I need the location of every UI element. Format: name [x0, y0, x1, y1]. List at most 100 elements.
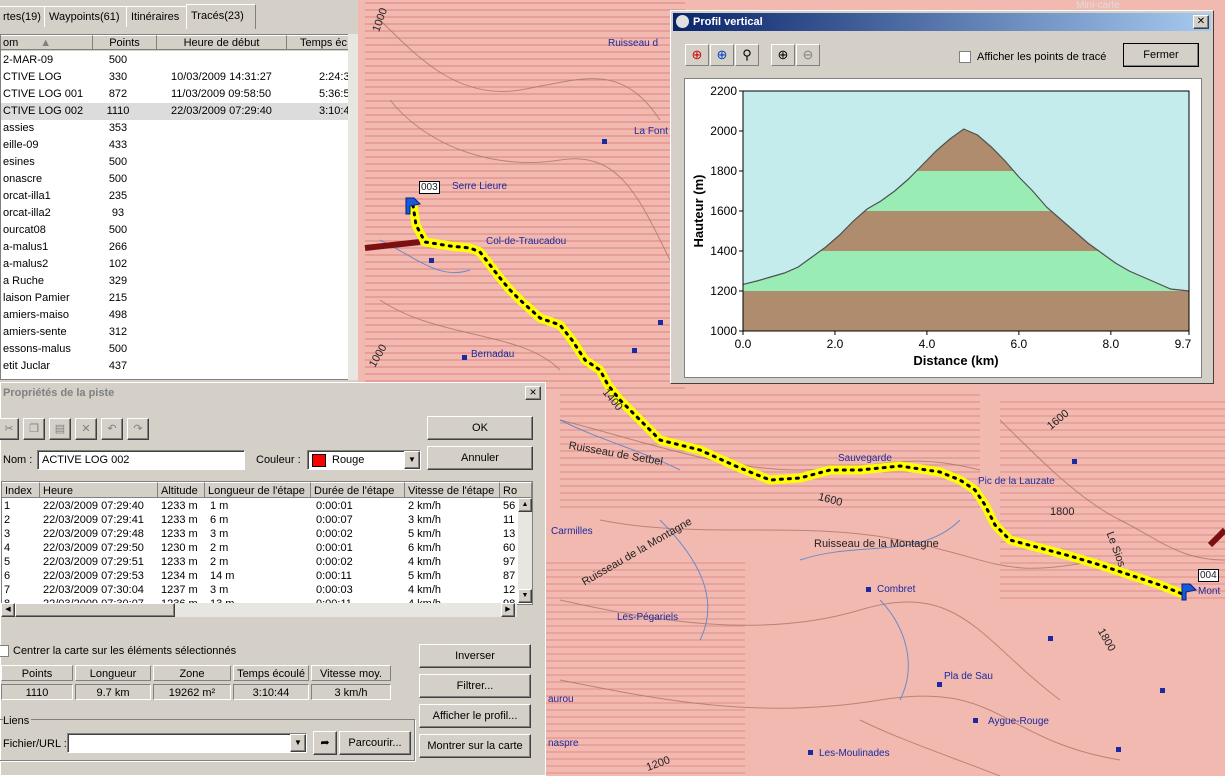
zoom-out-button[interactable]: ⊖ — [796, 44, 820, 66]
table-cell: 0:00:01 — [316, 500, 353, 512]
table-row[interactable]: amiers-maiso 498 — [1, 307, 349, 324]
col-index[interactable]: Index — [2, 482, 40, 498]
col-heure-debut[interactable]: Heure de début — [157, 35, 287, 50]
table-cell: 2:24:3 — [319, 71, 350, 83]
undo-icon: ↶ — [107, 423, 117, 435]
redo-button[interactable]: ↷ — [127, 418, 149, 440]
fermer-button[interactable]: Fermer — [1123, 43, 1199, 67]
col-altitude[interactable]: Altitude — [158, 482, 205, 498]
crosshair-red-icon: ⊕ — [691, 47, 703, 62]
x-tick-label: 8.0 — [1102, 337, 1119, 351]
table-cell: 2 — [4, 514, 11, 526]
tab-traces[interactable]: Tracés(23) — [186, 4, 256, 29]
dialog-close-button[interactable]: × — [525, 386, 541, 400]
table-row[interactable]: 7 22/03/2009 07:30:04 1237 m 3 m 0:00:03 4 km… — [2, 583, 532, 597]
fichier-label: Fichier/URL : — [3, 738, 67, 750]
follow-link-button[interactable]: ➦ — [313, 731, 337, 755]
waypoint-004-label[interactable]: 004 — [1198, 569, 1219, 582]
table-row[interactable]: 1 22/03/2009 07:29:40 1233 m 1 m 0:00:01 2 km… — [2, 499, 532, 513]
track-list[interactable]: om ▲ Points Heure de début Temps éc 2-MAR… — [0, 34, 350, 380]
table-row[interactable]: 3 22/03/2009 07:29:48 1233 m 3 m 0:00:02 5 km… — [2, 527, 532, 541]
table-row[interactable]: assies 353 — [1, 120, 349, 137]
profile-close-button[interactable]: ✕ — [1193, 15, 1209, 29]
delete-button[interactable]: ✕ — [75, 418, 97, 440]
crosshair-select-button[interactable]: ⊕ — [685, 44, 709, 66]
afficher-profil-button[interactable]: Afficher le profil... — [419, 704, 531, 728]
table-row[interactable]: orcat-illa2 93 — [1, 205, 349, 222]
table-cell: 22/03/2009 07:29:50 — [43, 542, 144, 554]
col-nom[interactable]: om ▲ — [1, 35, 93, 50]
data-panel: rtes(19) Waypoints(61) Itinéraires Tracé… — [0, 0, 358, 382]
inverser-button[interactable]: Inverser — [419, 644, 531, 668]
y-tick-label: 1000 — [710, 324, 737, 338]
col-ro[interactable]: Ro — [500, 482, 532, 498]
table-row[interactable]: 5 22/03/2009 07:29:51 1233 m 2 m 0:00:02 4 km… — [2, 555, 532, 569]
table-cell: 1230 m — [161, 542, 198, 554]
table-cell: 0:00:07 — [316, 514, 353, 526]
zoom-in-button[interactable]: ⊕ — [771, 44, 795, 66]
filtrer-button[interactable]: Filtrer... — [419, 674, 531, 698]
centrer-checkbox[interactable] — [0, 645, 9, 657]
points-hscrollbar[interactable]: ◀ ▶ — [1, 603, 517, 617]
table-row[interactable]: etit Juclar 437 — [1, 358, 349, 375]
col-temps[interactable]: Temps éc — [287, 35, 349, 50]
table-row[interactable]: 4 22/03/2009 07:29:50 1230 m 2 m 0:00:01 6 km… — [2, 541, 532, 555]
scroll-left-icon[interactable]: ◀ — [1, 603, 15, 617]
table-row[interactable]: 2 22/03/2009 07:29:41 1233 m 6 m 0:00:07 3 km… — [2, 513, 532, 527]
table-row[interactable]: onascre 500 — [1, 171, 349, 188]
stat-longueur-header: Longueur — [75, 665, 151, 681]
tab-waypoints[interactable]: Waypoints(61) — [44, 6, 130, 27]
scroll-thumb[interactable] — [15, 603, 175, 617]
table-row[interactable]: CTIVE LOG 002 1110 22/03/2009 07:29:40 3:10… — [1, 103, 349, 120]
table-row[interactable]: 6 22/03/2009 07:29:53 1234 m 14 m 0:00:11 5 k… — [2, 569, 532, 583]
parcourir-button[interactable]: Parcourir... — [339, 731, 411, 755]
col-duree[interactable]: Durée de l'étape — [311, 482, 405, 498]
annuler-button[interactable]: Annuler — [427, 446, 533, 470]
nom-input[interactable] — [37, 450, 245, 470]
couleur-select[interactable]: Rouge ▼ — [307, 450, 421, 470]
table-cell: 7 — [4, 584, 11, 596]
tab-itineraires[interactable]: Itinéraires — [126, 6, 192, 27]
undo-button[interactable]: ↶ — [101, 418, 123, 440]
scroll-down-icon[interactable]: ▼ — [518, 589, 532, 603]
points-vscrollbar[interactable]: ▲ ▼ — [518, 498, 532, 603]
col-longueur[interactable]: Longueur de l'étape — [205, 482, 311, 498]
zoom-area-button[interactable]: ⚲ — [735, 44, 759, 66]
paste-button[interactable]: ▤ — [49, 418, 71, 440]
table-row[interactable]: laison Pamier 215 — [1, 290, 349, 307]
table-row[interactable]: eille-09 433 — [1, 137, 349, 154]
table-row[interactable]: CTIVE LOG 001 872 11/03/2009 09:58:50 5:36:… — [1, 86, 349, 103]
col-vitesse[interactable]: Vitesse de l'étape — [405, 482, 500, 498]
table-row[interactable]: a-malus1 266 — [1, 239, 349, 256]
fichier-url-input[interactable]: ▼ — [67, 733, 307, 753]
afficher-points-checkbox[interactable] — [959, 51, 971, 63]
table-row[interactable]: ourcat08 500 — [1, 222, 349, 239]
table-cell: 0:00:03 — [316, 584, 353, 596]
waypoint-003-label[interactable]: 003 — [419, 181, 440, 194]
tab-routes[interactable]: rtes(19) — [0, 6, 48, 27]
chevron-down-icon[interactable]: ▼ — [404, 451, 420, 469]
table-row[interactable]: a-malus2 102 — [1, 256, 349, 273]
copy-button[interactable]: ❐ — [23, 418, 45, 440]
table-cell: 4 — [4, 542, 11, 554]
scroll-right-icon[interactable]: ▶ — [501, 603, 515, 617]
chevron-down-icon[interactable]: ▼ — [290, 734, 306, 752]
table-cell: 3 m — [210, 528, 229, 540]
scroll-up-icon[interactable]: ▲ — [518, 498, 532, 512]
crosshair-blue-button[interactable]: ⊕ — [710, 44, 734, 66]
map-label-les-pegariels: Les-Pégariels — [617, 612, 679, 623]
col-points[interactable]: Points — [93, 35, 157, 50]
col-heure[interactable]: Heure — [40, 482, 158, 498]
table-row[interactable]: esines 500 — [1, 154, 349, 171]
ok-button[interactable]: OK — [427, 416, 533, 440]
table-row[interactable]: essons-malus 500 — [1, 341, 349, 358]
montrer-carte-button[interactable]: Montrer sur la carte — [419, 734, 531, 758]
track-points-table[interactable]: Index Heure Altitude Longueur de l'étape… — [1, 481, 533, 605]
table-row[interactable]: 2-MAR-09 500 — [1, 52, 349, 69]
table-row[interactable]: a Ruche 329 — [1, 273, 349, 290]
cut-button[interactable]: ✂ — [0, 418, 19, 440]
table-row[interactable]: orcat-illa1 235 — [1, 188, 349, 205]
table-row[interactable]: CTIVE LOG 330 10/03/2009 14:31:27 2:24:3 — [1, 69, 350, 86]
table-row[interactable]: amiers-sente 312 — [1, 324, 349, 341]
track-list-scrollbar[interactable] — [348, 34, 358, 380]
